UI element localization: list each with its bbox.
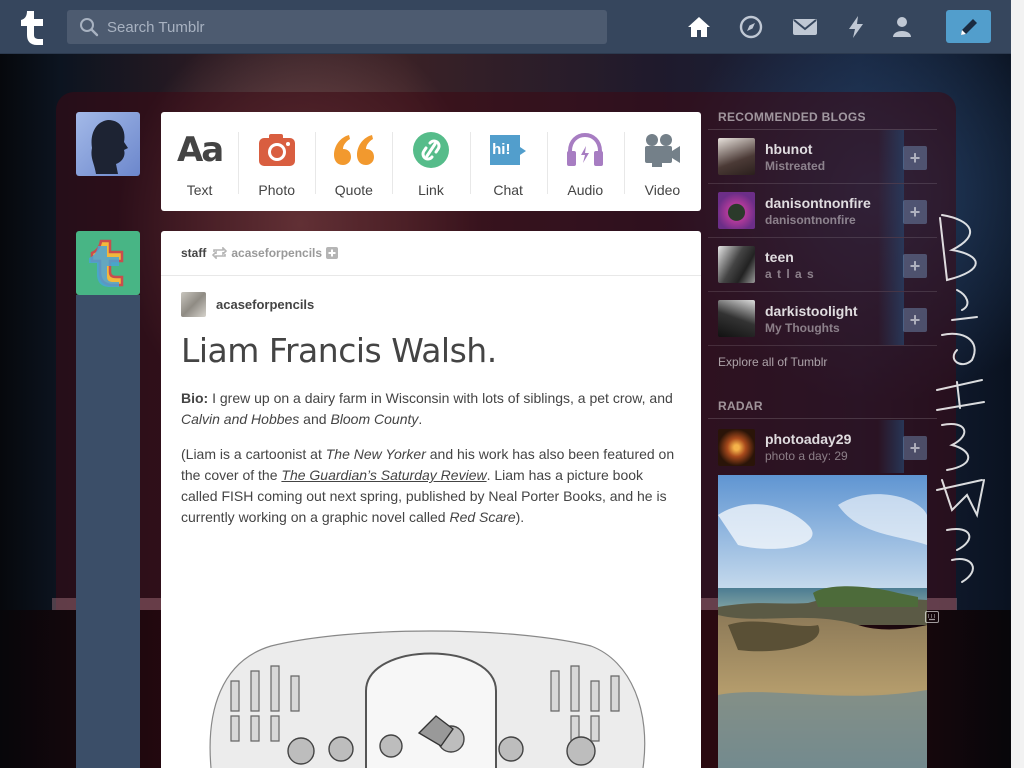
camera-icon bbox=[255, 130, 299, 170]
source-blog-link[interactable]: acaseforpencils bbox=[216, 297, 314, 312]
post-type-label: Audio bbox=[567, 182, 604, 198]
post-type-label: Chat bbox=[493, 182, 523, 198]
blog-avatar[interactable] bbox=[718, 300, 755, 337]
reblogged-from-link[interactable]: acaseforpencils bbox=[231, 246, 322, 260]
reblogger-link[interactable]: staff bbox=[181, 246, 206, 260]
keyboard-shortcuts-icon[interactable] bbox=[925, 611, 939, 623]
post-type-chat[interactable]: hi! Chat bbox=[469, 112, 547, 211]
explore-icon[interactable] bbox=[737, 13, 765, 41]
source-avatar[interactable] bbox=[181, 292, 206, 317]
post-source: acaseforpencils bbox=[161, 276, 701, 317]
pencil-icon bbox=[960, 18, 977, 35]
post-type-bar: Aa Text Photo Quote Link hi! Chat Audio … bbox=[161, 112, 701, 211]
radar-title: RADAR bbox=[718, 399, 763, 413]
bio-label: Bio: bbox=[181, 390, 209, 406]
about-text-d: ). bbox=[515, 509, 525, 525]
post-type-label: Video bbox=[644, 182, 681, 198]
recommended-blog-item[interactable]: teen a t l a s + bbox=[708, 238, 937, 292]
sidebar-divider bbox=[708, 418, 937, 419]
inbox-icon[interactable] bbox=[791, 13, 819, 41]
staff-avatar[interactable] bbox=[76, 231, 140, 295]
post-type-quote[interactable]: Quote bbox=[315, 112, 392, 211]
recommended-blog-item[interactable]: darkistoolight My Thoughts + bbox=[708, 292, 937, 346]
text-icon: Aa bbox=[176, 130, 224, 170]
blog-avatar[interactable] bbox=[718, 192, 755, 229]
guardian-link[interactable]: The Guardian’s Saturday Review bbox=[281, 467, 486, 483]
bio-paragraph: Bio: I grew up on a dairy farm in Wiscon… bbox=[181, 388, 681, 430]
post-type-label: Quote bbox=[334, 182, 373, 198]
follow-button[interactable]: + bbox=[903, 146, 927, 170]
tumblr-logo-icon[interactable] bbox=[16, 8, 50, 46]
about-italic-2: Red Scare bbox=[449, 509, 516, 525]
about-italic-1: The New Yorker bbox=[325, 446, 426, 462]
home-icon[interactable] bbox=[685, 13, 713, 41]
headphones-icon bbox=[563, 130, 607, 170]
bio-and: and bbox=[299, 411, 331, 427]
follow-button[interactable]: + bbox=[903, 436, 927, 460]
quote-icon bbox=[332, 130, 376, 170]
explore-link[interactable]: Explore all of Tumblr bbox=[718, 355, 827, 369]
bio-italic-1: Calvin and Hobbes bbox=[181, 411, 300, 427]
post-type-label: Photo bbox=[258, 182, 295, 198]
account-icon[interactable] bbox=[888, 13, 916, 41]
about-paragraph: (Liam is a cartoonist at The New Yorker … bbox=[181, 444, 681, 528]
activity-icon[interactable] bbox=[842, 13, 870, 41]
follow-button[interactable]: + bbox=[903, 254, 927, 278]
chat-icon: hi! bbox=[486, 130, 530, 170]
blog-fade bbox=[878, 238, 904, 291]
blog-avatar[interactable] bbox=[718, 138, 755, 175]
radar-blog-item[interactable]: photoaday29 photo a day: 29 + bbox=[708, 420, 937, 474]
blog-avatar[interactable] bbox=[718, 428, 755, 466]
recommended-blogs-title: RECOMMENDED BLOGS bbox=[718, 110, 866, 124]
my-avatar[interactable] bbox=[76, 112, 140, 176]
search-bar[interactable] bbox=[67, 10, 607, 44]
follow-plus-icon[interactable] bbox=[326, 247, 339, 259]
video-camera-icon bbox=[640, 130, 684, 170]
dashboard-post: staff acaseforpencils acaseforpencils Li… bbox=[161, 231, 701, 768]
post-header: staff acaseforpencils bbox=[161, 231, 701, 276]
bio-end: . bbox=[418, 411, 423, 427]
compose-button[interactable] bbox=[946, 10, 991, 43]
post-title: Liam Francis Walsh. bbox=[181, 331, 497, 370]
post-type-label: Text bbox=[186, 182, 213, 198]
bio-text: I grew up on a dairy farm in Wisconsin w… bbox=[208, 390, 673, 406]
reblog-icon bbox=[212, 247, 228, 259]
post-body: Bio: I grew up on a dairy farm in Wiscon… bbox=[161, 370, 701, 528]
recommended-blog-item[interactable]: danisontnonfire danisontnonfire + bbox=[708, 184, 937, 238]
blog-avatar[interactable] bbox=[718, 246, 755, 283]
blog-fade bbox=[878, 420, 904, 473]
avatar-rail bbox=[76, 295, 140, 768]
blog-fade bbox=[878, 184, 904, 237]
post-type-text[interactable]: Aa Text bbox=[161, 112, 238, 211]
cartoon-image bbox=[191, 621, 661, 768]
post-type-video[interactable]: Video bbox=[623, 112, 701, 211]
follow-button[interactable]: + bbox=[903, 308, 927, 332]
post-type-link[interactable]: Link bbox=[392, 112, 469, 211]
radar-photo[interactable] bbox=[718, 475, 927, 768]
about-text-a: (Liam is a cartoonist at bbox=[181, 446, 326, 462]
post-type-photo[interactable]: Photo bbox=[238, 112, 315, 211]
blog-fade bbox=[878, 130, 904, 183]
post-type-audio[interactable]: Audio bbox=[546, 112, 624, 211]
top-navigation-bar bbox=[0, 0, 1011, 54]
window-edge bbox=[1011, 0, 1024, 768]
recommended-blog-item[interactable]: hbunot Mistreated + bbox=[708, 130, 937, 184]
search-icon bbox=[80, 18, 99, 37]
follow-button[interactable]: + bbox=[903, 200, 927, 224]
link-icon bbox=[409, 130, 453, 170]
post-type-label: Link bbox=[418, 182, 444, 198]
blog-fade bbox=[878, 292, 904, 345]
bio-italic-2: Bloom County bbox=[330, 411, 419, 427]
search-input[interactable] bbox=[107, 18, 607, 36]
